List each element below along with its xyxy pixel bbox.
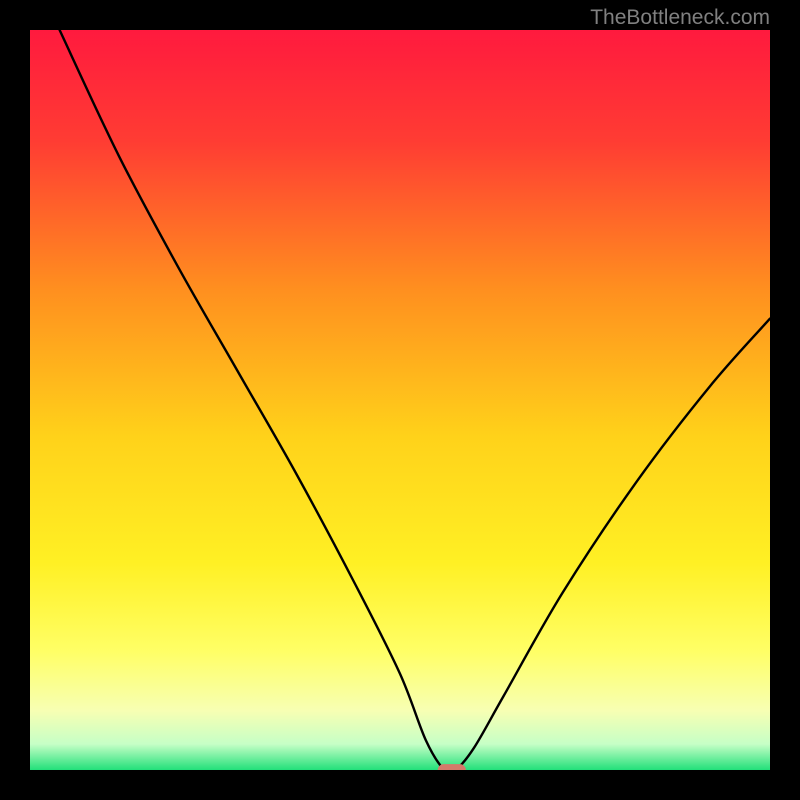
curve-layer [30, 30, 770, 770]
notch-marker [438, 764, 466, 770]
chart-frame: TheBottleneck.com [0, 0, 800, 800]
plot-area [30, 30, 770, 770]
bottleneck-curve [60, 30, 770, 770]
watermark-text: TheBottleneck.com [590, 6, 770, 30]
